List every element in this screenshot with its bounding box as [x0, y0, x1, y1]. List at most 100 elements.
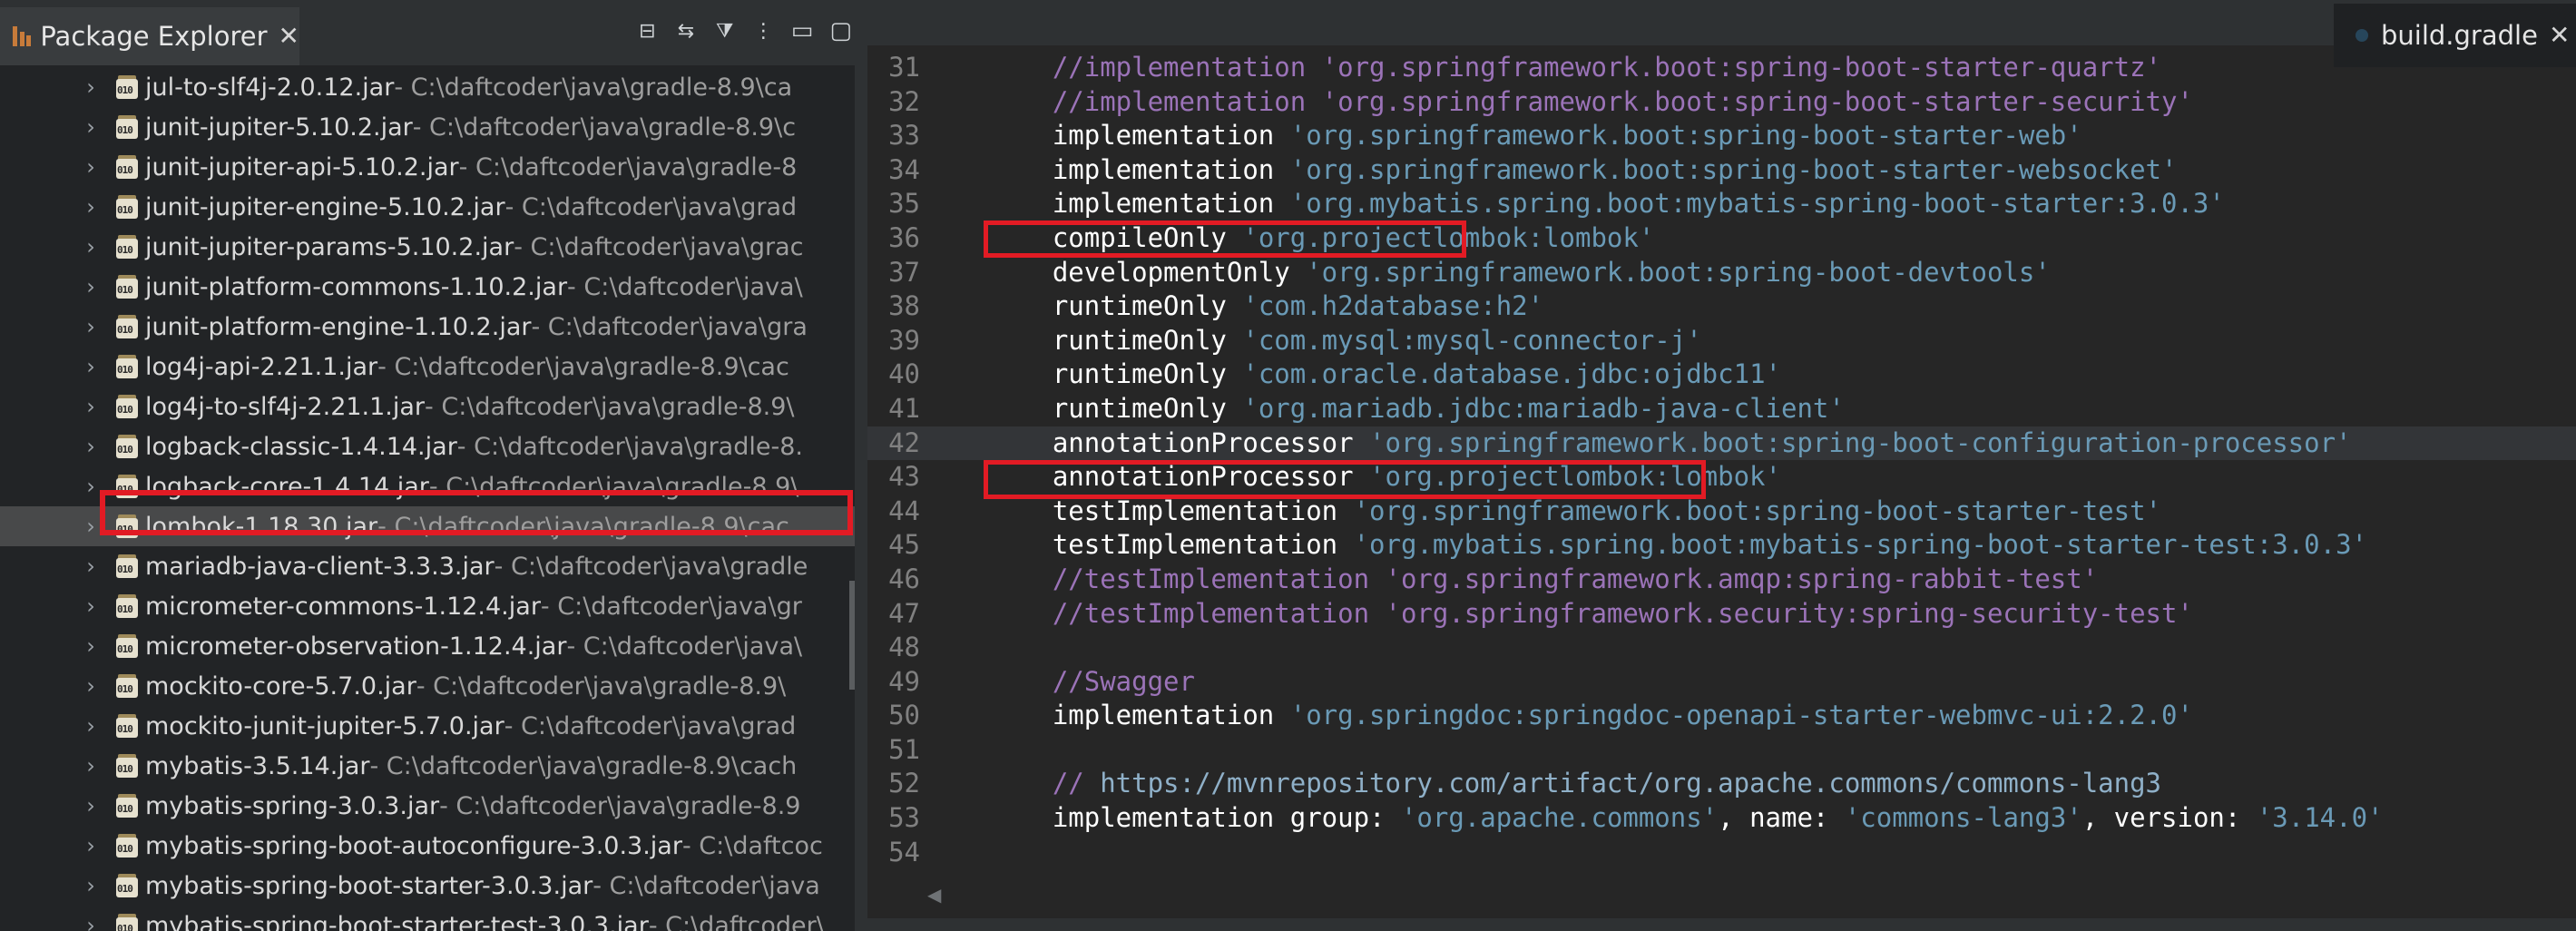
maximize-icon[interactable]: ▢	[828, 17, 853, 44]
link-with-editor-icon[interactable]: ⇆	[674, 18, 699, 44]
tab-package-explorer[interactable]: Package Explorer ✕	[0, 7, 299, 65]
code-line[interactable]: 33 implementation 'org.springframework.b…	[867, 119, 2576, 153]
tree-item[interactable]: › 010 logback-core-1.4.14.jar - C:\daftcod…	[0, 466, 855, 506]
code-line[interactable]: 44 testImplementation 'org.springframewo…	[867, 495, 2576, 529]
tree-item[interactable]: › 010 junit-jupiter-engine-5.10.2.jar - C:…	[0, 187, 855, 227]
tree-item[interactable]: › 010 junit-jupiter-5.10.2.jar - C:\daftco…	[0, 107, 855, 147]
code-line[interactable]: 49 //Swagger	[867, 665, 2576, 700]
code-line[interactable]: 36 compileOnly 'org.projectlombok:lombok…	[867, 221, 2576, 256]
chevron-right-icon[interactable]: ›	[80, 753, 102, 779]
line-number: 42	[888, 426, 920, 458]
code-line[interactable]: 42 annotationProcessor 'org.springframew…	[867, 426, 2576, 461]
tree-item[interactable]: › 010 lombok-1.18.30.jar - C:\daftcoder\ja…	[0, 506, 855, 546]
chevron-right-icon[interactable]: ›	[80, 114, 102, 140]
collapse-all-icon[interactable]: ⊟	[635, 18, 660, 44]
chevron-right-icon[interactable]: ›	[80, 514, 102, 539]
code-line[interactable]: 54	[867, 836, 2576, 870]
code-line[interactable]: 35 implementation 'org.mybatis.spring.bo…	[867, 187, 2576, 221]
tree-item[interactable]: › 010 mybatis-spring-boot-starter-3.0.3.ja…	[0, 866, 855, 906]
chevron-right-icon[interactable]: ›	[80, 434, 102, 459]
code-line[interactable]: 51	[867, 733, 2576, 768]
code-line[interactable]: 45 testImplementation 'org.mybatis.sprin…	[867, 528, 2576, 563]
line-number: 43	[888, 461, 920, 493]
filters-icon[interactable]: ⧩	[712, 18, 737, 44]
code-line[interactable]: 40 runtimeOnly 'com.oracle.database.jdbc…	[867, 358, 2576, 392]
code-line[interactable]: 34 implementation 'org.springframework.b…	[867, 153, 2576, 188]
code-token: 'org.apache.commons'	[1400, 802, 1719, 834]
code-line[interactable]: 43 annotationProcessor 'org.projectlombo…	[867, 460, 2576, 495]
code-text: //implementation 'org.springframework.bo…	[989, 85, 2193, 120]
code-token: 'com.oracle.database.jdbc:ojdbc11'	[1242, 358, 1781, 390]
view-menu-icon[interactable]: ⋮	[751, 18, 776, 44]
tree-item[interactable]: › 010 mariadb-java-client-3.3.3.jar - C:\d…	[0, 546, 855, 586]
scroll-left-icon[interactable]: ◀	[927, 884, 941, 906]
tree-item[interactable]: › 010 micrometer-commons-1.12.4.jar - C:\d…	[0, 586, 855, 626]
jar-path: - C:\daftcoder\java	[593, 871, 820, 900]
chevron-right-icon[interactable]: ›	[80, 474, 102, 499]
minimize-icon[interactable]: ▭	[790, 17, 815, 44]
tree-item[interactable]: › 010 mybatis-spring-boot-starter-test-3.0…	[0, 906, 855, 931]
chevron-right-icon[interactable]: ›	[80, 274, 102, 299]
tree-item[interactable]: › 010 mybatis-spring-3.0.3.jar - C:\daftco…	[0, 786, 855, 826]
horizontal-scrollbar[interactable]: ◀	[867, 880, 2576, 907]
code-editor[interactable]: 31 //implementation 'org.springframework…	[867, 51, 2576, 869]
chevron-right-icon[interactable]: ›	[80, 194, 102, 220]
code-line[interactable]: 53 implementation group: 'org.apache.com…	[867, 801, 2576, 836]
close-icon[interactable]: ✕	[279, 24, 299, 49]
tree-item[interactable]: › 010 mockito-junit-jupiter-5.7.0.jar - C:…	[0, 706, 855, 746]
tree-item[interactable]: › 010 junit-jupiter-params-5.10.2.jar - C:…	[0, 227, 855, 267]
code-line[interactable]: 50 implementation 'org.springdoc:springd…	[867, 699, 2576, 733]
chevron-right-icon[interactable]: ›	[80, 913, 102, 931]
code-line[interactable]: 31 //implementation 'org.springframework…	[867, 51, 2576, 85]
chevron-right-icon[interactable]: ›	[80, 633, 102, 659]
tree-item[interactable]: › 010 junit-jupiter-api-5.10.2.jar - C:\da…	[0, 147, 855, 187]
code-line[interactable]: 41 runtimeOnly 'org.mariadb.jdbc:mariadb…	[867, 392, 2576, 426]
close-icon[interactable]: ✕	[2549, 23, 2570, 48]
view-splitter[interactable]	[855, 0, 867, 931]
chevron-right-icon[interactable]: ›	[80, 713, 102, 739]
chevron-right-icon[interactable]: ›	[80, 793, 102, 818]
tree-item[interactable]: › 010 junit-platform-commons-1.10.2.jar - …	[0, 267, 855, 307]
code-line[interactable]: 47 //testImplementation 'org.springframe…	[867, 597, 2576, 632]
code-text: annotationProcessor 'org.springframework…	[989, 426, 2352, 461]
jar-icon: 010	[113, 832, 140, 859]
line-number: 35	[888, 188, 920, 220]
line-number: 51	[888, 733, 920, 765]
chevron-right-icon[interactable]: ›	[80, 74, 102, 100]
tree-item[interactable]: › 010 log4j-api-2.21.1.jar - C:\daftcoder\…	[0, 347, 855, 387]
tree-item[interactable]: › 010 jul-to-slf4j-2.0.12.jar - C:\daftcod…	[0, 67, 855, 107]
jar-path: - C:\daftcoder\java\gradle-8.9\	[416, 671, 787, 701]
tree-item[interactable]: › 010 mockito-core-5.7.0.jar - C:\daftcode…	[0, 666, 855, 706]
code-token: , version:	[2081, 802, 2257, 834]
tree-item[interactable]: › 010 junit-platform-engine-1.10.2.jar - C…	[0, 307, 855, 347]
chevron-right-icon[interactable]: ›	[80, 673, 102, 699]
chevron-right-icon[interactable]: ›	[80, 394, 102, 419]
jar-name: log4j-to-slf4j-2.21.1.jar	[145, 392, 426, 421]
jar-path: - C:\daftcoder\java\	[566, 632, 803, 661]
code-line[interactable]: 46 //testImplementation 'org.springframe…	[867, 563, 2576, 597]
chevron-right-icon[interactable]: ›	[80, 873, 102, 898]
chevron-right-icon[interactable]: ›	[80, 234, 102, 260]
tree-item[interactable]: › 010 log4j-to-slf4j-2.21.1.jar - C:\daftc…	[0, 387, 855, 426]
code-line[interactable]: 38 runtimeOnly 'com.h2database:h2'	[867, 289, 2576, 324]
code-line[interactable]: 32 //implementation 'org.springframework…	[867, 85, 2576, 120]
jar-path: - C:\daftcoder\java\	[567, 272, 803, 301]
code-line[interactable]: 37 developmentOnly 'org.springframework.…	[867, 256, 2576, 290]
code-line[interactable]: 48	[867, 631, 2576, 665]
line-number: 46	[888, 563, 920, 594]
dependency-tree: › 010 jul-to-slf4j-2.0.12.jar - C:\daftcod…	[0, 67, 855, 931]
chevron-right-icon[interactable]: ›	[80, 314, 102, 339]
code-line[interactable]: 39 runtimeOnly 'com.mysql:mysql-connecto…	[867, 324, 2576, 358]
chevron-right-icon[interactable]: ›	[80, 593, 102, 619]
tree-item[interactable]: › 010 mybatis-3.5.14.jar - C:\daftcoder\ja…	[0, 746, 855, 786]
code-line[interactable]: 52 // https://mvnrepository.com/artifact…	[867, 767, 2576, 801]
line-number: 41	[888, 392, 920, 424]
chevron-right-icon[interactable]: ›	[80, 354, 102, 379]
chevron-right-icon[interactable]: ›	[80, 554, 102, 579]
tree-item[interactable]: › 010 micrometer-observation-1.12.4.jar - …	[0, 626, 855, 666]
tree-item[interactable]: › 010 mybatis-spring-boot-autoconfigure-3.…	[0, 826, 855, 866]
chevron-right-icon[interactable]: ›	[80, 154, 102, 180]
jar-name: mariadb-java-client-3.3.3.jar	[145, 552, 495, 581]
chevron-right-icon[interactable]: ›	[80, 833, 102, 858]
tree-item[interactable]: › 010 logback-classic-1.4.14.jar - C:\daft…	[0, 426, 855, 466]
